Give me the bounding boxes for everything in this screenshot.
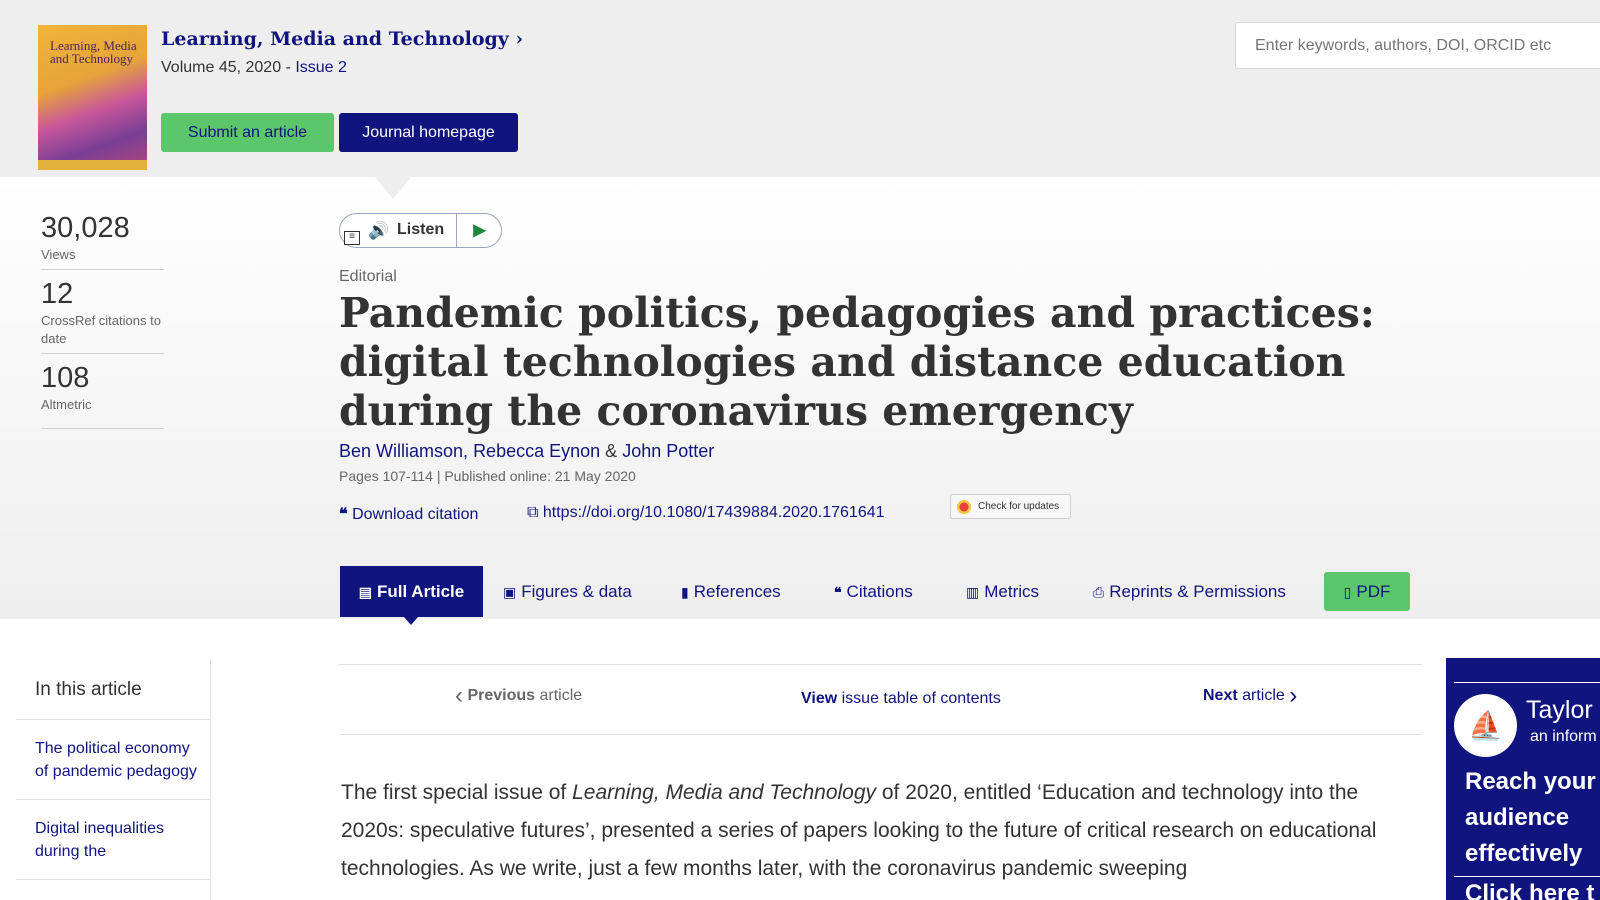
author-list: Ben Williamson, Rebecca Eynon & John Pot… — [339, 441, 714, 462]
previous-article-link[interactable]: ‹ Previous article — [455, 683, 582, 707]
play-icon[interactable]: ▶ — [456, 214, 502, 247]
toc-item[interactable]: Digital inequalities during the — [16, 800, 210, 880]
document-icon: ▤ — [358, 584, 372, 600]
article-type: Editorial — [339, 268, 397, 285]
ad-divider — [1454, 682, 1600, 683]
pdf-icon: ▯ — [1343, 584, 1352, 600]
crossref-count: 12 — [41, 278, 74, 310]
journal-cover-image[interactable]: Learning, Media and Technology — [38, 25, 147, 170]
next-article-link[interactable]: Next article › — [1203, 683, 1297, 707]
article-navigation: ‹ Previous article View issue table of c… — [339, 664, 1422, 735]
book-icon: ▮ — [681, 584, 689, 600]
tab-references[interactable]: ▮ References — [681, 566, 781, 617]
issue-link[interactable]: Issue 2 — [295, 59, 347, 76]
crossref-label: CrossRef citations to date — [41, 313, 161, 346]
image-icon: ▣ — [503, 584, 517, 600]
body-paragraph: The first special issue of Learning, Med… — [341, 781, 1377, 880]
tab-citations[interactable]: ❝ Citations — [834, 566, 913, 617]
chevron-right-icon: › — [515, 28, 524, 50]
speaker-icon: 🔊 — [368, 221, 390, 240]
journal-title-link[interactable]: Learning, Media and Technology › — [161, 28, 523, 50]
quote-icon: ❝ — [339, 506, 348, 523]
author-link[interactable]: Rebecca Eynon — [473, 441, 600, 461]
pages-published: Pages 107-114 | Published online: 21 May… — [339, 468, 636, 484]
tab-metrics[interactable]: ▥ Metrics — [966, 566, 1039, 617]
issue-toc-link[interactable]: View issue table of contents — [801, 690, 1001, 708]
printer-icon: ⎙ — [1093, 584, 1105, 600]
chevron-left-icon: ‹ — [455, 681, 463, 709]
views-count: 30,028 — [41, 212, 130, 244]
ad-brand: Taylor — [1526, 696, 1593, 724]
ad-brand-sub: an inform — [1530, 728, 1597, 745]
listen-widget[interactable]: ≡ 🔊 Listen ▶ — [339, 213, 502, 248]
check-for-updates-badge[interactable]: Check for updates — [950, 494, 1071, 519]
article-title: Pandemic politics, pedagogies and practi… — [339, 289, 1375, 435]
journal-homepage-button[interactable]: Journal homepage — [339, 113, 518, 152]
menu-icon[interactable]: ≡ — [344, 231, 360, 245]
listen-label: Listen — [397, 221, 445, 238]
metrics-divider — [41, 428, 164, 429]
bar-chart-icon: ▥ — [966, 584, 980, 600]
ad-divider — [1454, 876, 1600, 877]
tab-full-article[interactable]: ▤ Full Article — [340, 566, 483, 625]
search-input[interactable] — [1235, 22, 1600, 69]
crossmark-icon — [957, 500, 971, 514]
altmetric-count[interactable]: 108 — [41, 360, 164, 396]
submit-article-button[interactable]: Submit an article — [161, 113, 334, 152]
author-link[interactable]: John Potter — [622, 441, 714, 461]
author-link[interactable]: Ben Williamson, — [339, 441, 468, 461]
metrics-divider — [41, 269, 164, 270]
article-body: The first special issue of Learning, Med… — [341, 774, 1411, 888]
chevron-right-icon: › — [1289, 681, 1298, 709]
toc-heading: In this article — [16, 659, 210, 720]
ad-headline: Reach your audience effectively — [1465, 768, 1596, 867]
article-metrics: 30,028 Views 12 CrossRef citations to da… — [41, 210, 164, 435]
ship-logo-icon: ⛵ — [1454, 694, 1517, 757]
quote-icon: ❝ — [834, 584, 842, 600]
metrics-divider — [41, 353, 164, 354]
volume-info: Volume 45, 2020 - Issue 2 — [161, 59, 347, 77]
cover-title: Learning, Media and Technology — [50, 38, 137, 66]
tab-reprints-permissions[interactable]: ⎙ Reprints & Permissions — [1093, 566, 1286, 617]
download-citation-link[interactable]: ❝ Download citation — [339, 504, 478, 524]
in-this-article-sidebar: In this article The political economy of… — [16, 659, 211, 900]
advertisement-banner[interactable]: ⛵ Taylor an inform Reach your audience e… — [1446, 658, 1600, 900]
toc-item[interactable]: The political economy of pandemic pedago… — [16, 720, 210, 800]
doi-link[interactable]: ⧉ https://doi.org/10.1080/17439884.2020.… — [527, 504, 885, 522]
cover-strip — [38, 160, 147, 170]
pdf-button[interactable]: ▯ PDF — [1324, 572, 1410, 611]
altmetric-label: Altmetric — [41, 397, 92, 412]
tab-figures-data[interactable]: ▣ Figures & data — [503, 566, 632, 617]
author-separator: & — [605, 441, 618, 461]
views-label: Views — [41, 247, 76, 262]
header-pointer — [375, 177, 411, 199]
external-link-icon: ⧉ — [527, 504, 539, 521]
ad-cta[interactable]: Click here t — [1465, 880, 1594, 900]
volume-text: Volume 45, 2020 - — [161, 59, 296, 76]
